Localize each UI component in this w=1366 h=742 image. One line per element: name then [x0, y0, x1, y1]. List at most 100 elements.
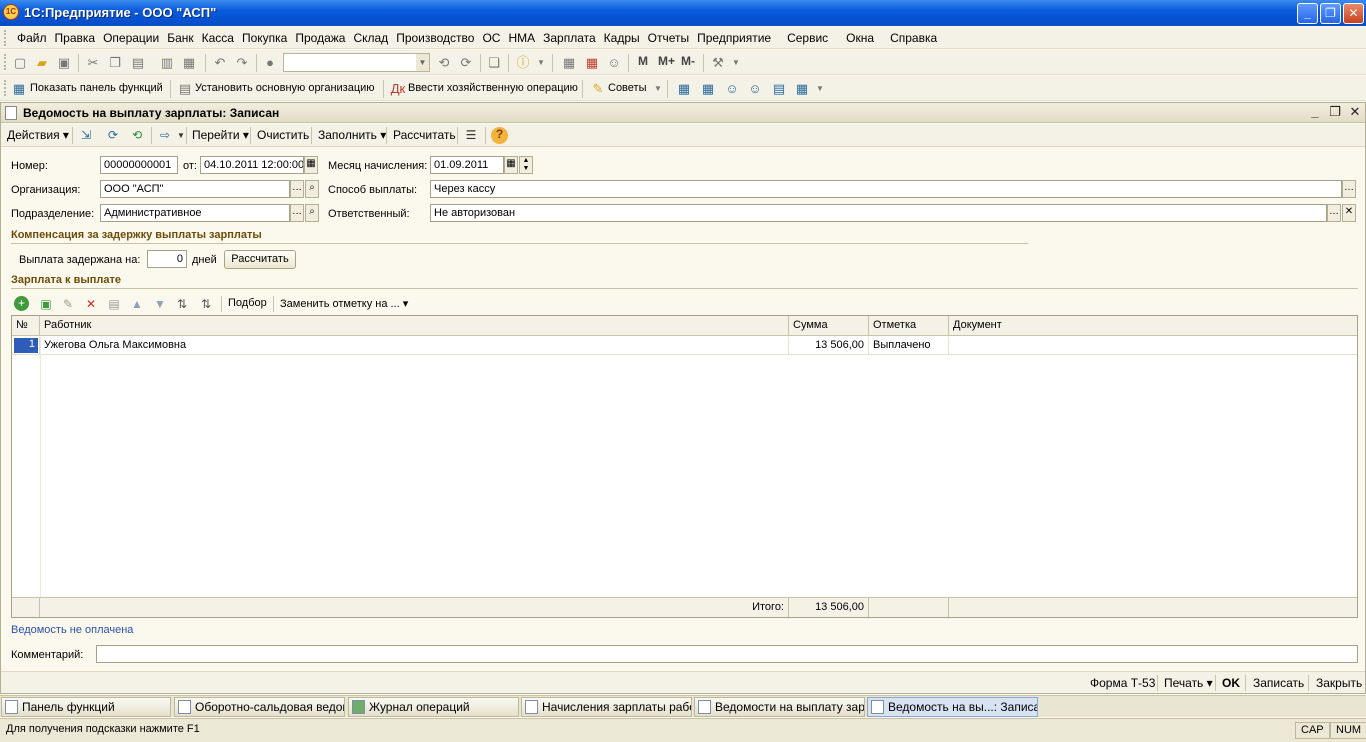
print-preview-icon[interactable]: ▦ [181, 55, 197, 71]
save-icon[interactable]: ▣ [56, 55, 72, 71]
close-icon[interactable]: ✕ [1347, 104, 1363, 120]
copy-icon[interactable]: ❐ [107, 55, 123, 71]
restore-icon[interactable]: ❐ [1327, 104, 1343, 120]
select-button[interactable]: … [290, 180, 304, 198]
function-panel-icon[interactable]: ▦ [11, 81, 27, 97]
menu-edit[interactable]: Правка [52, 31, 99, 45]
search-icon[interactable]: ● [262, 55, 278, 71]
actions-menu[interactable]: Действия ▾ [7, 128, 69, 142]
chevron-down-icon[interactable]: ▼ [728, 55, 744, 71]
find-prev-icon[interactable]: ⟳ [458, 55, 474, 71]
delete-row-icon[interactable]: ✕ [83, 296, 99, 312]
menu-warehouse[interactable]: Склад [350, 31, 391, 45]
structure-icon[interactable]: ☰ [463, 128, 479, 143]
tips-button[interactable]: Советы [608, 82, 646, 94]
refresh-icon[interactable]: ⟳ [105, 128, 121, 143]
copy-doc-icon[interactable]: ⟲ [129, 128, 145, 143]
calendar-icon[interactable]: ▦ [304, 156, 318, 174]
goto-menu[interactable]: Перейти ▾ [192, 128, 249, 142]
info-icon[interactable]: ⓘ [515, 55, 531, 71]
payment-status-link[interactable]: Ведомость не оплачена [11, 624, 133, 636]
date-field[interactable]: 04.10.2011 12:00:00 [200, 156, 304, 174]
show-panel-button[interactable]: Показать панель функций [30, 82, 163, 94]
settings-icon[interactable]: ▦ [794, 81, 810, 97]
calendar-icon[interactable]: ▦ [504, 156, 518, 174]
month-field[interactable]: 01.09.2011 [430, 156, 504, 174]
fill-menu[interactable]: Заполнить ▾ [318, 128, 386, 142]
window-tab-payment-statements[interactable]: Ведомости на выплату зар... [694, 697, 865, 717]
menu-help[interactable]: Справка [887, 31, 940, 45]
open-folder-icon[interactable]: ▰ [34, 55, 50, 71]
chevron-down-icon[interactable]: ▼ [533, 55, 549, 71]
window-tab-function-panel[interactable]: Панель функций [1, 697, 171, 717]
users-icon[interactable]: ☺ [606, 55, 622, 71]
minimize-icon[interactable]: _ [1307, 104, 1323, 120]
chevron-down-icon[interactable]: ▼ [650, 81, 666, 97]
enter-operation-button[interactable]: Ввести хозяйственную операцию [408, 82, 578, 94]
compensation-calculate-button[interactable]: Рассчитать [224, 250, 296, 269]
menu-production[interactable]: Производство [393, 31, 477, 45]
window-tab-balance-sheet[interactable]: Оборотно-сальдовая ведом... [174, 697, 345, 717]
department-field[interactable]: Административное [100, 204, 290, 222]
menu-reports[interactable]: Отчеты [645, 31, 692, 45]
table-row[interactable]: 1 Ужегова Ольга Максимовна 13 506,00 Вып… [12, 337, 1357, 355]
memory-button[interactable]: M [638, 54, 648, 68]
redo-icon[interactable]: ↷ [234, 55, 250, 71]
calendar-icon[interactable]: ▦ [584, 55, 600, 71]
menu-service[interactable]: Сервис [784, 31, 831, 45]
mark-cell[interactable]: Выплачено [869, 337, 949, 355]
pick-button[interactable]: Подбор [228, 297, 267, 309]
search-combo[interactable]: ▼ [283, 53, 430, 72]
minimize-button[interactable]: _ [1297, 3, 1318, 24]
replace-mark-menu[interactable]: Заменить отметку на ... ▾ [280, 297, 408, 310]
close-form-button[interactable]: Закрыть [1316, 676, 1362, 690]
tools-icon[interactable]: ⚒ [710, 55, 726, 71]
menu-file[interactable]: Файл [14, 31, 50, 45]
search-icon[interactable]: ⌕ [305, 180, 319, 198]
memory-minus-button[interactable]: M- [681, 54, 695, 68]
save-button[interactable]: Записать [1253, 676, 1304, 690]
employee-cell[interactable]: Ужегова Ольга Максимовна [40, 337, 789, 355]
document-cell[interactable] [949, 337, 1357, 355]
calculator-icon[interactable]: ▦ [561, 55, 577, 71]
calculate-button[interactable]: Рассчитать [393, 128, 456, 142]
employees-icon[interactable]: ☺ [724, 81, 740, 97]
add-row-icon[interactable]: + [14, 296, 29, 311]
delay-days-field[interactable]: 0 [147, 250, 187, 268]
responsible-field[interactable]: Не авторизован [430, 204, 1327, 222]
window-tab-current-statement[interactable]: Ведомость на вы...: Записан [867, 697, 1038, 717]
column-header-sum[interactable]: Сумма [789, 316, 869, 336]
chevron-down-icon[interactable]: ▼ [812, 81, 828, 97]
menu-personnel[interactable]: Кадры [601, 31, 643, 45]
new-document-icon[interactable]: ▢ [12, 55, 28, 71]
find-next-icon[interactable]: ⟲ [436, 55, 452, 71]
select-button[interactable]: … [1342, 180, 1356, 198]
contractors-icon[interactable]: ☺ [747, 81, 763, 97]
menu-operations[interactable]: Операции [100, 31, 162, 45]
windows-icon[interactable]: ❏ [486, 55, 502, 71]
window-tab-operations-journal[interactable]: Журнал операций [348, 697, 519, 717]
sum-cell[interactable]: 13 506,00 [789, 337, 869, 355]
form-t53-button[interactable]: Форма Т-53 [1090, 676, 1155, 690]
menu-salary[interactable]: Зарплата [540, 31, 599, 45]
comment-field[interactable] [96, 645, 1358, 663]
move-up-icon[interactable]: ▲ [129, 296, 145, 312]
window-tab-salary-accruals[interactable]: Начисления зарплаты рабо... [521, 697, 692, 717]
report-icon[interactable]: ▤ [771, 81, 787, 97]
organization-field[interactable]: ООО "АСП" [100, 180, 290, 198]
print-icon[interactable]: ▥ [159, 55, 175, 71]
set-organization-button[interactable]: Установить основную организацию [195, 82, 375, 94]
ok-button[interactable]: OK [1222, 676, 1240, 690]
column-header-employee[interactable]: Работник [40, 316, 789, 336]
column-header-mark[interactable]: Отметка [869, 316, 949, 336]
clear-button[interactable]: Очистить [257, 128, 309, 142]
move-down-icon[interactable]: ▼ [152, 296, 168, 312]
select-button[interactable]: … [290, 204, 304, 222]
sort-descending-icon[interactable]: ⇅ [198, 296, 214, 312]
month-stepper[interactable]: ▲ ▼ [519, 156, 533, 174]
menu-windows[interactable]: Окна [843, 31, 877, 45]
paste-icon[interactable]: ▤ [130, 55, 146, 71]
menu-fixed-assets[interactable]: ОС [479, 31, 503, 45]
menu-bank[interactable]: Банк [164, 31, 196, 45]
memory-plus-button[interactable]: M+ [658, 54, 675, 68]
